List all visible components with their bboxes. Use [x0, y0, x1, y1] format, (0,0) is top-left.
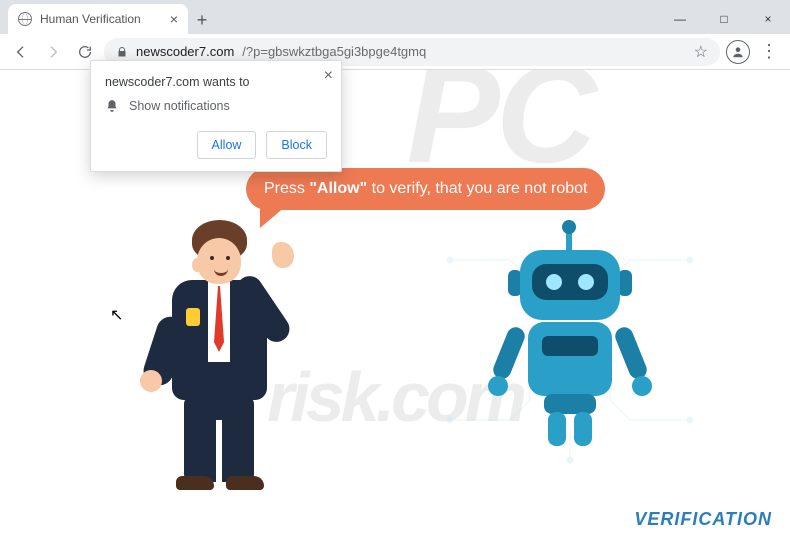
lock-icon	[116, 46, 128, 58]
browser-menu-button[interactable]: ⋮	[756, 41, 782, 62]
new-tab-button[interactable]: +	[188, 6, 216, 34]
arrow-right-icon	[45, 44, 61, 60]
verification-footer-label: VERIFICATION	[634, 509, 772, 530]
block-button[interactable]: Block	[266, 131, 327, 159]
allow-button[interactable]: Allow	[197, 131, 257, 159]
speech-text-bold: "Allow"	[309, 180, 367, 197]
arrow-left-icon	[13, 44, 29, 60]
notification-permission-prompt: × newscoder7.com wants to Show notificat…	[90, 60, 342, 172]
window-titlebar: Human Verification × + — □ ×	[0, 0, 790, 34]
prompt-close-button[interactable]: ×	[324, 67, 333, 85]
bookmark-star-icon[interactable]: ☆	[694, 42, 708, 62]
forward-button[interactable]	[40, 39, 66, 65]
prompt-origin-text: newscoder7.com wants to	[105, 75, 327, 89]
man-illustration	[132, 220, 302, 490]
speech-text-post: to verify, that you are not robot	[367, 180, 587, 197]
window-maximize-button[interactable]: □	[702, 4, 746, 34]
reload-icon	[77, 44, 93, 60]
window-close-button[interactable]: ×	[746, 4, 790, 34]
url-path: /?p=gbswkztbga5gi3bpge4tgmq	[242, 44, 426, 59]
speech-bubble: Press "Allow" to verify, that you are no…	[246, 168, 605, 210]
back-button[interactable]	[8, 39, 34, 65]
bell-icon	[105, 99, 119, 113]
url-host: newscoder7.com	[136, 44, 234, 59]
window-minimize-button[interactable]: —	[658, 4, 702, 34]
person-icon	[731, 45, 745, 59]
tab-title: Human Verification	[40, 12, 141, 26]
prompt-permission-text: Show notifications	[129, 99, 230, 113]
robot-illustration	[470, 230, 670, 460]
speech-text-pre: Press	[264, 180, 309, 197]
globe-icon	[18, 12, 32, 26]
browser-tab[interactable]: Human Verification ×	[8, 4, 188, 34]
profile-avatar-button[interactable]	[726, 40, 750, 64]
tab-close-button[interactable]: ×	[170, 12, 178, 26]
